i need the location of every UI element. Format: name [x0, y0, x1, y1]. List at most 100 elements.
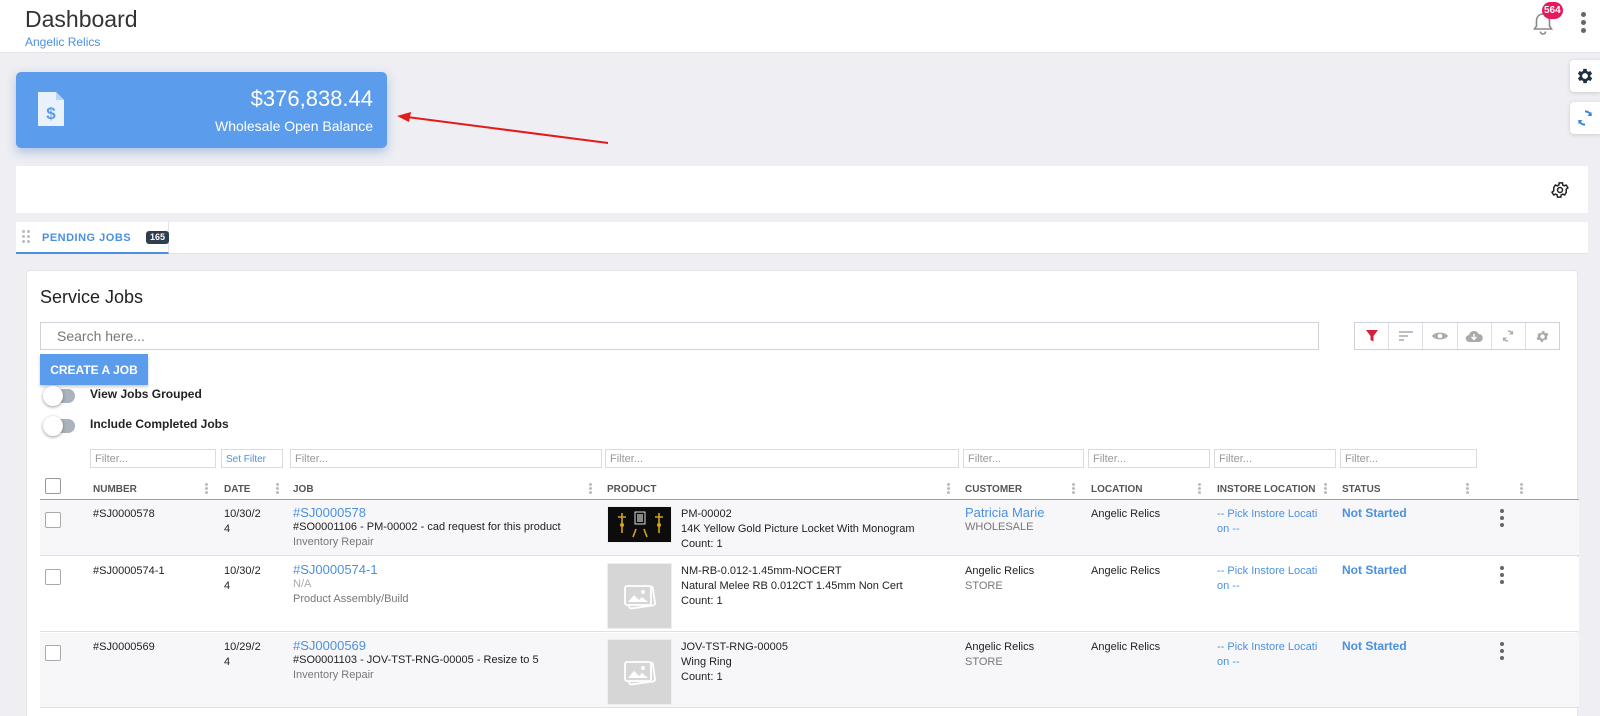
- invoice-dollar-icon: $: [38, 92, 64, 126]
- pick-instore-location-link[interactable]: -- Pick Instore Locati on --: [1217, 564, 1317, 594]
- status-link[interactable]: Not Started: [1342, 639, 1407, 654]
- job-number: #SJ0000574-1: [93, 565, 165, 577]
- include-completed-jobs-toggle[interactable]: [43, 416, 75, 436]
- sort-icon: [1398, 331, 1413, 341]
- tab-label: PENDING JOBS: [42, 232, 132, 244]
- job-description: #SO0001106 - PM-00002 - cad request for …: [293, 521, 561, 533]
- job-date: 10/29/2 4: [224, 641, 261, 668]
- number-filter[interactable]: [90, 449, 216, 468]
- row-checkbox[interactable]: [45, 645, 61, 661]
- job-cell: #SJ0000574-1 N/A Product Assembly/Build: [293, 562, 409, 607]
- product-filter[interactable]: [605, 449, 959, 468]
- include-completed-jobs-label: Include Completed Jobs: [90, 417, 229, 431]
- search-input[interactable]: [40, 322, 1319, 350]
- settings-icon: [1536, 330, 1549, 342]
- column-header-instore-location[interactable]: INSTORE LOCATION: [1217, 484, 1316, 495]
- filter-button[interactable]: [1355, 323, 1390, 349]
- svg-text:$: $: [46, 104, 56, 123]
- status-filter[interactable]: [1340, 449, 1477, 468]
- job-type: Inventory Repair: [293, 536, 374, 548]
- product-image[interactable]: [607, 506, 672, 543]
- job-link[interactable]: #SJ0000578: [293, 505, 561, 520]
- pick-instore-location-link[interactable]: -- Pick Instore Locati on --: [1217, 640, 1317, 670]
- product-image[interactable]: [607, 563, 672, 629]
- job-date: 10/30/2 4: [224, 508, 261, 535]
- settings-icon[interactable]: [1550, 180, 1570, 200]
- job-number: #SJ0000569: [93, 641, 155, 653]
- table-row[interactable]: #SJ0000569 10/29/2 4 #SJ0000569 #SO000110…: [40, 633, 1579, 708]
- table-row[interactable]: #SJ0000574-1 10/30/2 4 #SJ0000574-1 N/A P…: [40, 557, 1579, 632]
- customer-filter[interactable]: [963, 449, 1084, 468]
- product-cell: PM-00002 14K Yellow Gold Picture Locket …: [681, 508, 915, 550]
- instore-location-filter[interactable]: [1214, 449, 1336, 468]
- service-jobs-panel: Service Jobs CREATE A JOB View Jobs Grou…: [26, 270, 1579, 716]
- create-job-button[interactable]: CREATE A JOB: [40, 354, 148, 385]
- job-link[interactable]: #SJ0000569: [293, 638, 539, 653]
- wholesale-balance-card[interactable]: $ $376,838.44 Wholesale Open Balance: [16, 72, 387, 148]
- location: Angelic Relics: [1091, 641, 1161, 653]
- dashboard-filter-strip: [16, 166, 1588, 213]
- row-checkbox[interactable]: [45, 569, 61, 585]
- column-header-job[interactable]: JOB: [293, 484, 314, 495]
- side-settings-button[interactable]: [1570, 60, 1600, 92]
- select-all-checkbox[interactable]: [45, 478, 61, 494]
- annotation-arrow: [397, 112, 609, 144]
- row-menu-icon[interactable]: [1499, 642, 1505, 662]
- customer-link[interactable]: Patricia Marie: [965, 505, 1044, 520]
- tab-pending-jobs[interactable]: PENDING JOBS 165: [16, 222, 170, 254]
- more-vertical-icon[interactable]: [1578, 10, 1588, 38]
- column-header-product[interactable]: PRODUCT: [607, 484, 656, 495]
- notification-badge: 564: [1542, 2, 1563, 19]
- balance-amount: $376,838.44: [250, 86, 373, 111]
- column-header-status[interactable]: STATUS: [1342, 484, 1381, 495]
- row-checkbox[interactable]: [45, 512, 61, 528]
- grid-settings-button[interactable]: [1526, 323, 1559, 349]
- page-title: Dashboard: [25, 6, 138, 32]
- page-subtitle[interactable]: Angelic Relics: [25, 35, 100, 49]
- customer-type: STORE: [965, 580, 1003, 592]
- column-header-location[interactable]: LOCATION: [1091, 484, 1142, 495]
- status-link[interactable]: Not Started: [1342, 563, 1407, 578]
- view-jobs-grouped-toggle[interactable]: [43, 386, 75, 406]
- column-header-number[interactable]: NUMBER: [93, 484, 137, 495]
- column-menu-icon[interactable]: [276, 483, 280, 495]
- row-menu-icon[interactable]: [1499, 509, 1505, 529]
- column-menu-icon[interactable]: [1072, 483, 1076, 495]
- tab-count-badge: 165: [146, 231, 170, 244]
- date-set-filter[interactable]: Set Filter: [221, 449, 283, 468]
- column-header-customer[interactable]: CUSTOMER: [965, 484, 1022, 495]
- product-cell: JOV-TST-RNG-00005 Wing Ring Count: 1: [681, 641, 788, 683]
- column-menu-icon[interactable]: [589, 483, 593, 495]
- columns-visibility-button[interactable]: [1423, 323, 1458, 349]
- column-menu-icon[interactable]: [1198, 483, 1202, 495]
- column-menu-icon[interactable]: [947, 483, 951, 495]
- column-menu-icon[interactable]: [1520, 483, 1524, 495]
- locket-photo: [608, 507, 671, 542]
- customer-type: WHOLESALE: [965, 521, 1034, 533]
- status-link[interactable]: Not Started: [1342, 506, 1407, 521]
- column-menu-icon[interactable]: [1466, 483, 1470, 495]
- customer-cell: Angelic Relics STORE: [965, 564, 1034, 594]
- drag-handle-icon[interactable]: [22, 230, 32, 244]
- job-type: Product Assembly/Build: [293, 593, 409, 605]
- side-sync-button[interactable]: [1570, 102, 1600, 134]
- job-link[interactable]: #SJ0000574-1: [293, 562, 409, 577]
- location-filter[interactable]: [1088, 449, 1210, 468]
- row-menu-icon[interactable]: [1499, 566, 1505, 586]
- customer-cell: Patricia Marie WHOLESALE: [965, 505, 1044, 535]
- export-button[interactable]: [1458, 323, 1492, 349]
- pick-instore-location-link[interactable]: -- Pick Instore Locati on --: [1217, 507, 1317, 537]
- job-description: #SO0001103 - JOV-TST-RNG-00005 - Resize …: [293, 654, 539, 666]
- sort-button[interactable]: [1389, 323, 1424, 349]
- product-image[interactable]: [607, 639, 672, 705]
- column-menu-icon[interactable]: [205, 483, 209, 495]
- image-placeholder-icon: [623, 585, 656, 610]
- column-menu-icon[interactable]: [1324, 483, 1328, 495]
- job-description: N/A: [293, 578, 312, 590]
- column-header-date[interactable]: DATE: [224, 484, 250, 495]
- refresh-button[interactable]: [1492, 323, 1526, 349]
- customer-cell: Angelic Relics STORE: [965, 640, 1034, 670]
- table-row[interactable]: #SJ0000578 10/30/2 4 #SJ0000578 #SO000110…: [40, 500, 1579, 556]
- job-filter[interactable]: [290, 449, 602, 468]
- grid-toolbar: [1354, 322, 1560, 350]
